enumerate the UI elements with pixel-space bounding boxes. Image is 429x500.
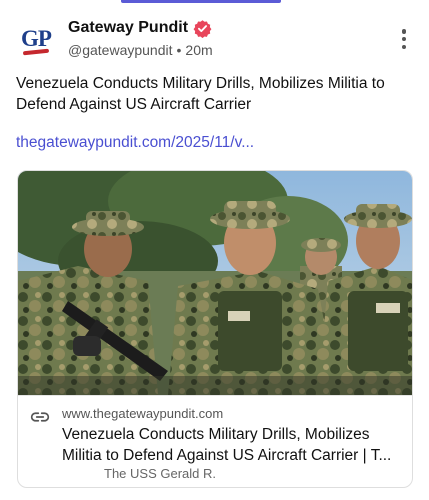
card-description: The USS Gerald R. <box>104 466 216 481</box>
card-image[interactable] <box>18 171 412 395</box>
post-link[interactable]: thegatewaypundit.com/2025/11/v... <box>16 134 254 152</box>
link-chain-icon <box>30 412 50 422</box>
post-header: GP Gateway Pundit @gatewaypundit • 20m <box>16 17 413 59</box>
gateway-pundit-logo: GP <box>18 21 54 57</box>
meta-separator: • <box>176 42 182 58</box>
verified-badge-icon <box>193 19 212 38</box>
author-name[interactable]: Gateway Pundit <box>68 19 188 37</box>
link-preview-card[interactable]: www.thegatewaypundit.com Venezuela Condu… <box>17 170 413 488</box>
author-handle[interactable]: @gatewaypundit <box>68 42 173 58</box>
soldiers-photo <box>18 171 412 395</box>
post-time[interactable]: 20m <box>185 42 212 58</box>
card-title[interactable]: Venezuela Conducts Military Drills, Mobi… <box>62 424 408 466</box>
more-vertical-icon[interactable] <box>401 29 407 49</box>
post-text: Venezuela Conducts Military Drills, Mobi… <box>16 75 385 113</box>
card-domain: www.thegatewaypundit.com <box>62 406 224 421</box>
author-meta: @gatewaypundit • 20m <box>68 41 213 59</box>
top-accent-bar <box>121 0 281 3</box>
avatar[interactable]: GP <box>16 19 56 59</box>
author-block: Gateway Pundit @gatewaypundit • 20m <box>68 17 213 59</box>
card-body[interactable]: www.thegatewaypundit.com Venezuela Condu… <box>18 395 412 487</box>
